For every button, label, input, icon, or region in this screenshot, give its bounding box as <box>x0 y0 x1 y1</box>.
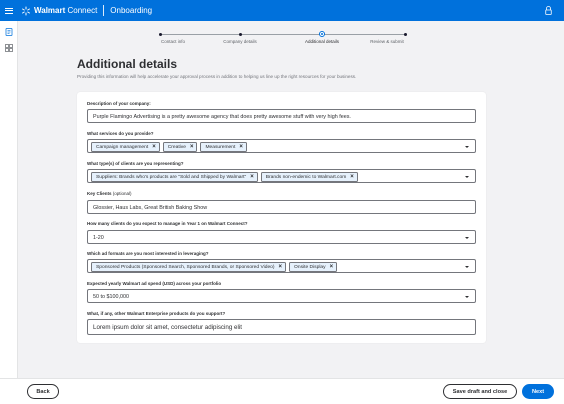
services-label: What services do you provide? <box>87 131 154 136</box>
spark-logo-icon <box>22 6 30 15</box>
chip-campaign-management: Campaign management × <box>91 142 160 152</box>
chip-label: Creative <box>167 144 186 150</box>
client-types-label: What type(s) of clients are you represen… <box>87 161 184 166</box>
step-marker <box>403 32 407 36</box>
remove-chip-icon[interactable]: × <box>330 264 334 270</box>
page-title: Additional details <box>77 57 178 71</box>
ad-spend-value: 50 to $100,000 <box>93 293 129 300</box>
next-button[interactable]: Next <box>522 384 554 399</box>
key-clients-label-text: Key Clients <box>87 191 112 196</box>
chevron-down-icon[interactable] <box>465 175 469 178</box>
chip-label: Measurement <box>205 144 236 150</box>
chevron-down-icon[interactable] <box>465 236 469 239</box>
ad-spend-label: Expected yearly Walmart ad spend (USD) a… <box>87 281 222 286</box>
step-label: Contact info <box>160 39 186 44</box>
chip-creative: Creative × <box>162 142 198 152</box>
company-description-label: Description of your company: <box>87 101 151 106</box>
remove-chip-icon[interactable]: × <box>239 144 243 150</box>
chevron-down-icon[interactable] <box>465 265 469 268</box>
other-products-value: Lorem ipsum dolor sit amet, consectetur … <box>93 324 242 331</box>
menu-icon[interactable] <box>5 7 13 14</box>
company-description-value: Purple Flamingo Advertising is a pretty … <box>93 113 351 120</box>
document-icon[interactable] <box>5 28 13 36</box>
chip-label: Sponsored Products (Sponsored Search, Sp… <box>96 264 275 270</box>
brand-suffix: Connect <box>67 6 98 15</box>
client-types-multiselect[interactable]: Suppliers: Brands who's products are "So… <box>87 169 476 183</box>
client-count-label: How many clients do you expect to manage… <box>87 221 248 226</box>
step-label: Review & submit <box>370 39 404 44</box>
chip-label: Suppliers: Brands who's products are "So… <box>96 174 247 180</box>
page-subtitle: Providing this information will help acc… <box>77 74 357 79</box>
ad-spend-select[interactable]: 50 to $100,000 <box>87 289 476 303</box>
section-title: Onboarding <box>110 6 153 15</box>
chip-measurement: Measurement × <box>200 142 247 152</box>
brand-name: Walmart <box>34 6 66 15</box>
chip-label: Brands non-endemic to Walmart.com <box>265 174 347 180</box>
header-divider <box>103 5 105 16</box>
stepper-track <box>160 34 405 35</box>
remove-chip-icon[interactable]: × <box>152 144 156 150</box>
remove-chip-icon[interactable]: × <box>250 174 254 180</box>
services-multiselect[interactable]: Campaign management × Creative × Measure… <box>87 139 476 153</box>
client-types-chip-list: Suppliers: Brands who's products are "So… <box>91 172 358 182</box>
optional-tag: (optional) <box>112 191 132 196</box>
remove-chip-icon[interactable]: × <box>350 174 354 180</box>
services-chip-list: Campaign management × Creative × Measure… <box>91 142 247 152</box>
remove-chip-icon[interactable]: × <box>190 144 194 150</box>
save-draft-button[interactable]: Save draft and close <box>443 384 517 399</box>
client-count-select[interactable]: 1-20 <box>87 230 476 244</box>
step-label: Additional details <box>304 39 340 44</box>
company-description-field[interactable]: Purple Flamingo Advertising is a pretty … <box>87 109 476 123</box>
chevron-down-icon[interactable] <box>465 295 469 298</box>
client-count-value: 1-20 <box>93 234 104 241</box>
top-bar: Walmart Connect Onboarding <box>0 0 564 21</box>
left-rail <box>0 21 18 404</box>
chip-sponsored-products: Sponsored Products (Sponsored Search, Sp… <box>91 262 287 272</box>
chip-non-endemic-brands: Brands non-endemic to Walmart.com × <box>260 172 358 182</box>
chip-onsite-display: Onsite Display × <box>289 262 338 272</box>
chevron-down-icon[interactable] <box>465 145 469 148</box>
additional-details-form: Description of your company: Purple Flam… <box>77 92 486 343</box>
step-marker <box>238 32 242 36</box>
key-clients-input[interactable]: Glossier, Haus Labs, Great British Bakin… <box>87 200 476 214</box>
step-marker-current <box>319 31 325 37</box>
back-button[interactable]: Back <box>27 384 59 399</box>
lock-icon[interactable] <box>545 6 552 15</box>
step-marker <box>158 32 162 36</box>
footer-bar: Back Save draft and close Next <box>0 378 564 404</box>
progress-stepper: Contact info Company details Additional … <box>158 31 407 47</box>
grid-icon[interactable] <box>5 44 13 52</box>
other-products-input[interactable]: Lorem ipsum dolor sit amet, consectetur … <box>87 319 476 335</box>
chip-suppliers: Suppliers: Brands who's products are "So… <box>91 172 258 182</box>
ad-formats-chip-list: Sponsored Products (Sponsored Search, Sp… <box>91 262 338 272</box>
brand-logo[interactable]: Walmart Connect <box>34 6 97 15</box>
step-label: Company details <box>223 39 257 44</box>
key-clients-label: Key Clients (optional) <box>87 191 132 196</box>
chip-label: Campaign management <box>96 144 149 150</box>
key-clients-value: Glossier, Haus Labs, Great British Bakin… <box>93 204 208 211</box>
other-products-label: What, if any, other Walmart Enterprise p… <box>87 311 226 316</box>
ad-formats-label: Which ad formats are you most interested… <box>87 251 209 256</box>
chip-label: Onsite Display <box>294 264 326 270</box>
ad-formats-multiselect[interactable]: Sponsored Products (Sponsored Search, Sp… <box>87 259 476 273</box>
remove-chip-icon[interactable]: × <box>279 264 283 270</box>
